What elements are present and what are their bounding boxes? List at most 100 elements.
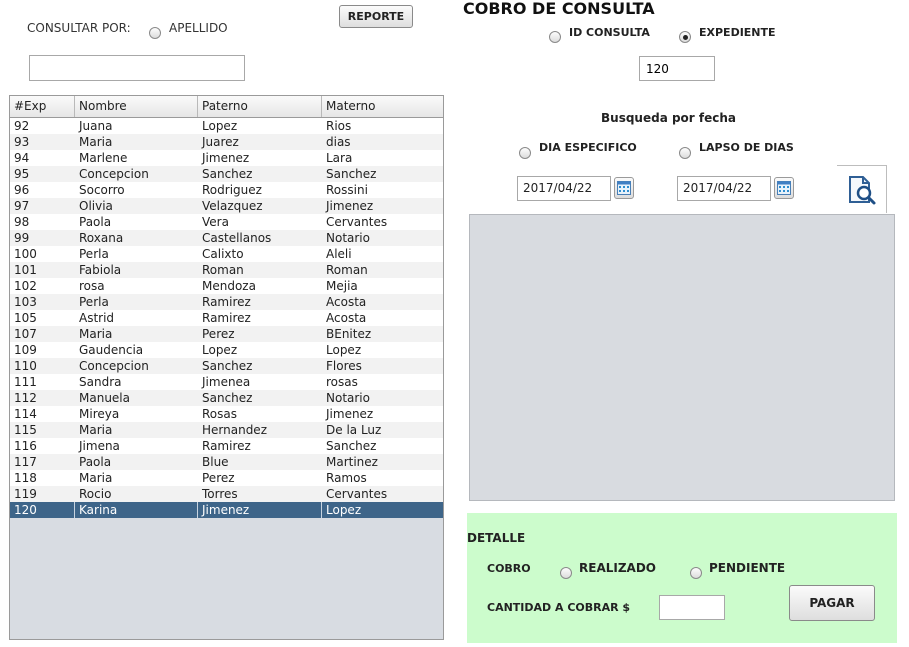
- table-row[interactable]: 119 Rocio Torres Cervantes: [10, 486, 443, 502]
- table-row[interactable]: 107 Maria Perez BEnitez: [10, 326, 443, 342]
- col-header-materno[interactable]: Materno: [322, 96, 443, 117]
- dia-especifico-label: DIA ESPECIFICO: [539, 141, 637, 154]
- pagar-button[interactable]: PAGAR: [789, 585, 875, 621]
- cell-paterno: Perez: [202, 471, 235, 485]
- table-row[interactable]: 120 Karina Jimenez Lopez: [10, 502, 443, 518]
- cell-materno: Martinez: [326, 455, 378, 469]
- dia-especifico-radio[interactable]: [519, 142, 531, 161]
- calendar-icon: [617, 181, 631, 195]
- date-field-1[interactable]: 2017/04/22: [517, 176, 611, 201]
- detalle-title: DETALLE: [467, 531, 526, 545]
- table-row[interactable]: 93 Maria Juarez dias: [10, 134, 443, 150]
- table-row[interactable]: 103 Perla Ramirez Acosta: [10, 294, 443, 310]
- pendiente-radio[interactable]: [690, 562, 702, 581]
- cell-materno: Notario: [326, 391, 370, 405]
- cell-exp: 115: [14, 423, 37, 437]
- col-header-exp[interactable]: #Exp: [10, 96, 75, 117]
- cell-exp: 109: [14, 343, 37, 357]
- reporte-button[interactable]: REPORTE: [339, 5, 413, 28]
- cell-materno: dias: [326, 135, 351, 149]
- cell-paterno: Ramirez: [202, 311, 251, 325]
- cell-exp: 117: [14, 455, 37, 469]
- table-row[interactable]: 98 Paola Vera Cervantes: [10, 214, 443, 230]
- search-button[interactable]: [837, 165, 887, 213]
- cell-paterno: Ramirez: [202, 439, 251, 453]
- cell-paterno: Jimenez: [202, 151, 250, 165]
- cell-nombre: Sandra: [79, 375, 122, 389]
- cantidad-label: CANTIDAD A COBRAR $: [487, 601, 631, 614]
- cell-materno: Rios: [326, 119, 352, 133]
- cell-materno: rosas: [326, 375, 358, 389]
- table-row[interactable]: 92 Juana Lopez Rios: [10, 118, 443, 134]
- cantidad-input[interactable]: [659, 595, 725, 620]
- apellido-label: APELLIDO: [169, 21, 228, 35]
- table-row[interactable]: 109 Gaudencia Lopez Lopez: [10, 342, 443, 358]
- cell-nombre: Gaudencia: [79, 343, 144, 357]
- cell-exp: 111: [14, 375, 37, 389]
- table-row[interactable]: 116 Jimena Ramirez Sanchez: [10, 438, 443, 454]
- expediente-label: EXPEDIENTE: [699, 26, 776, 39]
- cell-exp: 110: [14, 359, 37, 373]
- cell-nombre: rosa: [79, 279, 105, 293]
- cell-materno: BEnitez: [326, 327, 372, 341]
- cell-nombre: Juana: [79, 119, 113, 133]
- cell-nombre: Jimena: [79, 439, 120, 453]
- table-body: 92 Juana Lopez Rios 93 Maria Juarez dias 94 Marle…: [10, 118, 443, 518]
- table-row[interactable]: 102 rosa Mendoza Mejia: [10, 278, 443, 294]
- table-row[interactable]: 115 Maria Hernandez De la Luz: [10, 422, 443, 438]
- calendar-button-2[interactable]: [774, 177, 794, 199]
- table-row[interactable]: 100 Perla Calixto Aleli: [10, 246, 443, 262]
- cell-paterno: Lopez: [202, 343, 238, 357]
- cell-nombre: Fabiola: [79, 263, 122, 277]
- cell-nombre: Perla: [79, 247, 109, 261]
- cell-materno: Mejia: [326, 279, 358, 293]
- id-consulta-label: ID CONSULTA: [569, 26, 650, 39]
- date-field-2[interactable]: 2017/04/22: [677, 176, 771, 201]
- cell-exp: 92: [14, 119, 30, 133]
- calendar-icon: [777, 181, 791, 195]
- cell-materno: Cervantes: [326, 215, 388, 229]
- cell-paterno: Sanchez: [202, 359, 253, 373]
- cell-exp: 116: [14, 439, 37, 453]
- col-header-paterno[interactable]: Paterno: [198, 96, 322, 117]
- col-header-nombre[interactable]: Nombre: [75, 96, 198, 117]
- apellido-radio[interactable]: [149, 22, 161, 41]
- cell-paterno: Perez: [202, 327, 235, 341]
- detalle-panel: DETALLE COBRO REALIZADO PENDIENTE CANTID…: [467, 513, 897, 643]
- table-row[interactable]: 105 Astrid Ramirez Acosta: [10, 310, 443, 326]
- table-row[interactable]: 101 Fabiola Roman Roman: [10, 262, 443, 278]
- apellido-search-input[interactable]: [29, 55, 245, 81]
- cell-nombre: Concepcion: [79, 359, 149, 373]
- patients-table[interactable]: #Exp Nombre Paterno Materno 92 Juana Lopez…: [9, 95, 444, 640]
- table-row[interactable]: 118 Maria Perez Ramos: [10, 470, 443, 486]
- cell-paterno: Roman: [202, 263, 244, 277]
- cell-exp: 93: [14, 135, 30, 149]
- document-search-icon: [848, 175, 875, 204]
- cell-exp: 103: [14, 295, 37, 309]
- results-panel: [469, 214, 895, 501]
- table-row[interactable]: 112 Manuela Sanchez Notario: [10, 390, 443, 406]
- table-row[interactable]: 117 Paola Blue Martinez: [10, 454, 443, 470]
- table-row[interactable]: 95 Concepcion Sanchez Sanchez: [10, 166, 443, 182]
- expediente-input[interactable]: [639, 56, 715, 81]
- realizado-radio[interactable]: [560, 562, 572, 581]
- table-row[interactable]: 96 Socorro Rodriguez Rossini: [10, 182, 443, 198]
- cell-materno: Lopez: [326, 503, 362, 517]
- cell-paterno: Hernandez: [202, 423, 267, 437]
- table-row[interactable]: 111 Sandra Jimenea rosas: [10, 374, 443, 390]
- table-row[interactable]: 114 Mireya Rosas Jimenez: [10, 406, 443, 422]
- table-row[interactable]: 94 Marlene Jimenez Lara: [10, 150, 443, 166]
- table-row[interactable]: 110 Concepcion Sanchez Flores: [10, 358, 443, 374]
- calendar-button-1[interactable]: [614, 177, 634, 199]
- lapso-dias-radio[interactable]: [679, 142, 691, 161]
- table-row[interactable]: 97 Olivia Velazquez Jimenez: [10, 198, 443, 214]
- lapso-dias-label: LAPSO DE DIAS: [699, 141, 794, 154]
- cell-nombre: Concepcion: [79, 167, 149, 181]
- cell-materno: Roman: [326, 263, 368, 277]
- expediente-radio[interactable]: [679, 26, 691, 45]
- cell-materno: Sanchez: [326, 167, 377, 181]
- cell-paterno: Rosas: [202, 407, 237, 421]
- table-row[interactable]: 99 Roxana Castellanos Notario: [10, 230, 443, 246]
- page-title: COBRO DE CONSULTA: [463, 0, 655, 18]
- id-consulta-radio[interactable]: [549, 26, 561, 45]
